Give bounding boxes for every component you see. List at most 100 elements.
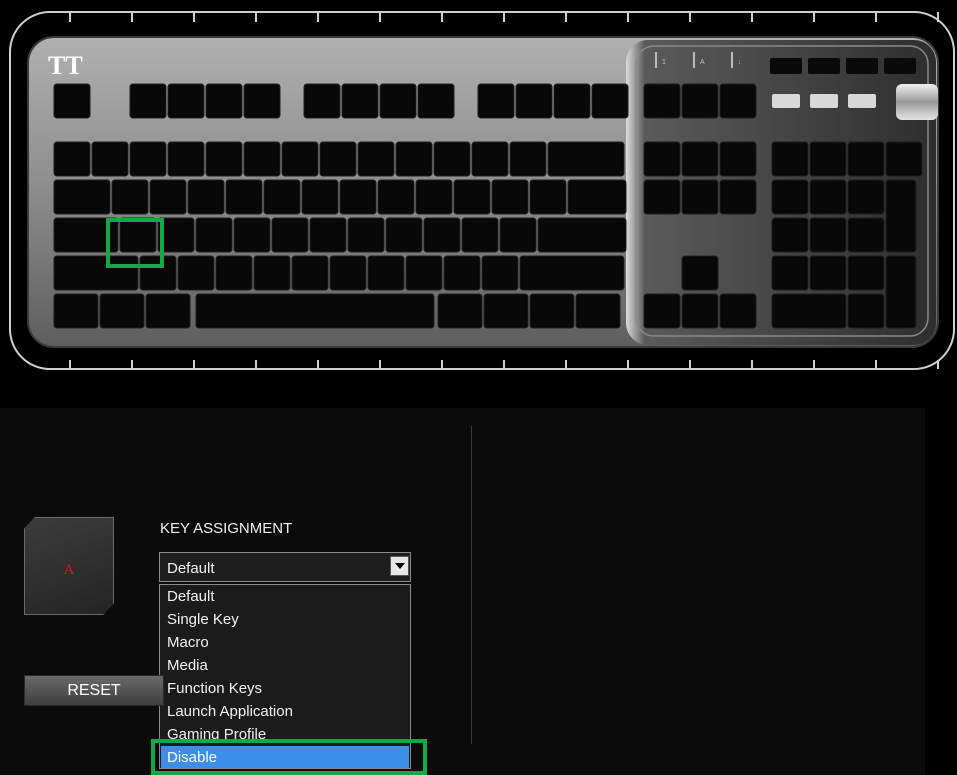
keyboard-key — [809, 179, 847, 215]
keyboard-key — [847, 293, 885, 329]
keyboard-key — [347, 217, 385, 253]
keyboard-key — [443, 255, 481, 291]
keyboard-key — [885, 179, 917, 253]
keyboard-key — [847, 141, 885, 177]
keyboard-key — [187, 179, 225, 215]
keyboard-key — [149, 179, 187, 215]
indicator-button — [848, 94, 876, 108]
keyboard-key — [719, 141, 757, 177]
keyboard-key — [167, 83, 205, 119]
volume-knob — [896, 84, 938, 120]
keyboard-key — [91, 141, 129, 177]
keyboard-key — [771, 255, 809, 291]
keyboard-key — [111, 179, 149, 215]
keyboard-key — [643, 179, 681, 215]
key-assignment-label: KEY ASSIGNMENT — [160, 520, 293, 537]
key-assignment-select[interactable]: Default — [159, 552, 411, 582]
keyboard-key — [243, 141, 281, 177]
keyboard-key — [643, 83, 681, 119]
keyboard-key — [847, 255, 885, 291]
keyboard-key — [499, 217, 537, 253]
keyboard-key — [847, 179, 885, 215]
key-assignment-dropdown: Default Single Key Macro Media Function … — [159, 584, 411, 769]
keyboard-key — [771, 179, 809, 215]
option-default[interactable]: Default — [161, 585, 409, 608]
keyboard-key — [575, 293, 621, 329]
keyboard-key — [681, 179, 719, 215]
keyboard-key — [537, 217, 627, 253]
keyboard-key — [885, 141, 923, 177]
keyboard-key — [437, 293, 483, 329]
keyboard-key — [529, 293, 575, 329]
keyboard-key — [771, 293, 847, 329]
led-label: 1 — [662, 59, 666, 66]
keyboard-key — [367, 255, 405, 291]
keyboard-key — [233, 217, 271, 253]
keyboard-key — [453, 179, 491, 215]
keyboard-key — [809, 255, 847, 291]
keyboard-key — [385, 217, 423, 253]
keyboard-key — [547, 141, 625, 177]
reset-button[interactable]: RESET — [24, 675, 164, 706]
keyboard-key — [481, 255, 519, 291]
led-label: A — [700, 59, 705, 66]
keyboard-key — [129, 83, 167, 119]
keyboard-key — [303, 83, 341, 119]
keyboard-key — [567, 179, 627, 215]
keyboard-key — [461, 217, 499, 253]
keyboard-key — [681, 141, 719, 177]
keyboard-key — [53, 179, 111, 215]
selected-key-preview: A — [24, 517, 114, 615]
panel-divider — [471, 426, 472, 744]
settings-panel — [0, 408, 925, 775]
keyboard-key — [477, 83, 515, 119]
keyboard-key — [415, 179, 453, 215]
keyboard-key — [253, 255, 291, 291]
keyboard-key — [377, 179, 415, 215]
keyboard-key — [553, 83, 591, 119]
option-single-key[interactable]: Single Key — [161, 608, 409, 631]
option-gaming-profile[interactable]: Gaming Profile — [161, 723, 409, 746]
media-key — [808, 58, 840, 74]
keyboard-key — [53, 83, 91, 119]
keyboard-graphic: TT 1 A ↓ — [9, 11, 955, 370]
option-launch-application[interactable]: Launch Application — [161, 700, 409, 723]
keyboard-key — [471, 141, 509, 177]
keyboard-key — [719, 179, 757, 215]
keyboard-area: TT 1 A ↓ — [0, 0, 957, 408]
keyboard-key — [395, 141, 433, 177]
keyboard-key — [433, 141, 471, 177]
keyboard-key — [177, 255, 215, 291]
keyboard-key — [491, 179, 529, 215]
keyboard-key — [529, 179, 567, 215]
select-current-value: Default — [167, 560, 215, 577]
keyboard-key — [119, 217, 157, 253]
keyboard-key — [53, 255, 139, 291]
keyboard-key — [243, 83, 281, 119]
keyboard-key — [195, 217, 233, 253]
option-macro[interactable]: Macro — [161, 631, 409, 654]
keyboard-key — [99, 293, 145, 329]
keyboard-key — [719, 83, 757, 119]
keyboard-key — [591, 83, 629, 119]
keyboard-key — [205, 83, 243, 119]
keyboard-key — [771, 217, 809, 253]
keyboard-key — [809, 141, 847, 177]
keyboard-key — [53, 293, 99, 329]
chevron-down-icon[interactable] — [390, 556, 409, 576]
keyboard-key — [329, 255, 367, 291]
keyboard-key — [515, 83, 553, 119]
keyboard-key — [771, 141, 809, 177]
keyboard-key — [281, 141, 319, 177]
keyboard-key — [145, 293, 191, 329]
option-disable[interactable]: Disable — [161, 746, 409, 768]
keyboard-key — [301, 179, 339, 215]
option-function-keys[interactable]: Function Keys — [161, 677, 409, 700]
keyboard-key — [167, 141, 205, 177]
keyboard-key — [357, 141, 395, 177]
keyboard-key — [681, 255, 719, 291]
keyboard-key — [205, 141, 243, 177]
option-media[interactable]: Media — [161, 654, 409, 677]
keyboard-key — [681, 83, 719, 119]
keyboard-key — [129, 141, 167, 177]
